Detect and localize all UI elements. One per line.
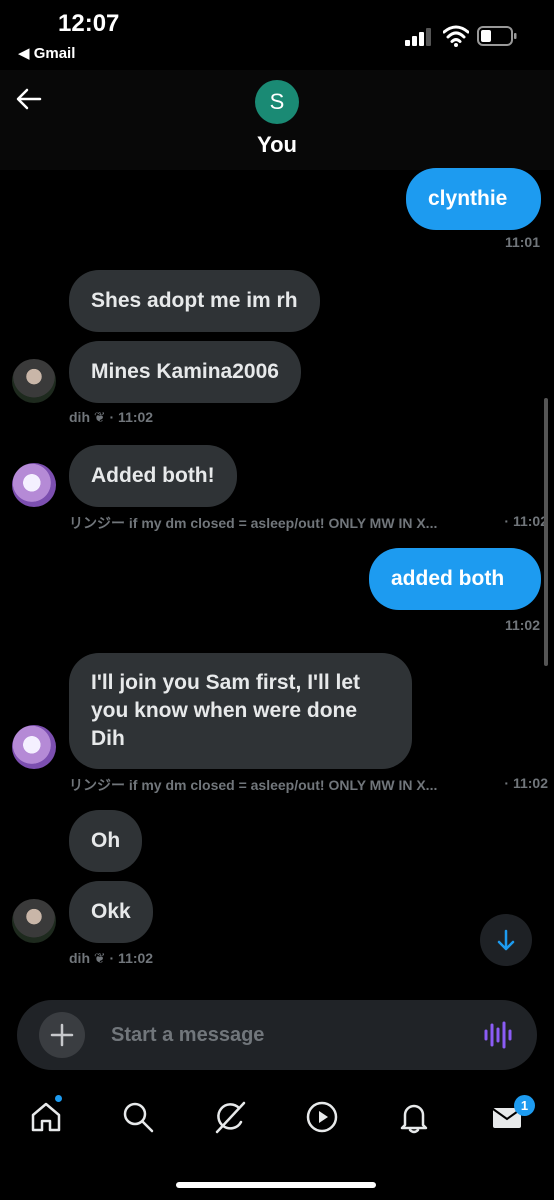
message-line: I'll join you Sam first, I'll let	[91, 671, 361, 694]
search-icon[interactable]	[121, 1100, 155, 1134]
message-timestamp: 11:01	[504, 234, 540, 250]
message-bubble-outgoing[interactable]: added both	[369, 548, 541, 610]
message-timestamp: · 11:02	[504, 513, 548, 529]
arrow-down-icon	[497, 929, 515, 951]
message-timestamp: 11:02	[504, 617, 540, 633]
plus-icon	[50, 1023, 74, 1047]
sender-avatar[interactable]	[12, 359, 56, 403]
add-attachment-button[interactable]	[39, 1012, 85, 1058]
message-bubble-incoming[interactable]: Added both!	[69, 445, 237, 507]
scroll-to-bottom-button[interactable]	[480, 914, 532, 966]
scrollbar[interactable]	[544, 398, 548, 666]
status-bar: 12:07 ◀ Gmail	[0, 0, 554, 70]
message-bubble-incoming[interactable]: I'll join you Sam first, I'll let you kn…	[69, 653, 412, 769]
sender-avatar[interactable]	[12, 899, 56, 943]
message-bubble-incoming[interactable]: Mines Kamina2006	[69, 341, 301, 403]
home-indicator[interactable]	[176, 1182, 376, 1188]
messages-badge: 1	[514, 1095, 535, 1116]
message-bubble-incoming[interactable]: Shes adopt me im rh	[69, 270, 320, 332]
conversation-avatar[interactable]: S	[255, 80, 299, 124]
back-to-gmail-link[interactable]: ◀ Gmail	[18, 44, 75, 62]
battery-icon	[477, 26, 517, 46]
video-icon[interactable]	[305, 1100, 339, 1134]
message-bubble-outgoing[interactable]: clynthie	[406, 168, 541, 230]
message-composer[interactable]: Start a message	[17, 1000, 537, 1070]
notifications-icon[interactable]	[397, 1100, 431, 1134]
message-sender-meta: リンジー if my dm closed = asleep/out! ONLY …	[69, 515, 438, 531]
sender-avatar[interactable]	[12, 725, 56, 769]
wifi-icon	[443, 25, 469, 47]
message-input[interactable]: Start a message	[111, 1024, 264, 1047]
message-timestamp: · 11:02	[504, 775, 548, 791]
message-bubble-incoming[interactable]: Oh	[69, 810, 143, 872]
message-line: Dih	[91, 727, 125, 750]
back-arrow-icon[interactable]	[14, 84, 44, 114]
home-unread-dot	[55, 1095, 62, 1102]
home-icon[interactable]	[29, 1100, 63, 1134]
conversation-title[interactable]: You	[0, 132, 554, 158]
message-sender-meta: dih ❦ · 11:02	[69, 950, 154, 966]
status-time: 12:07	[58, 10, 120, 37]
message-sender-meta: dih ❦ · 11:02	[69, 409, 154, 425]
message-line: you know when were done	[91, 699, 358, 722]
cellular-signal-icon	[405, 28, 431, 46]
message-sender-meta: リンジー if my dm closed = asleep/out! ONLY …	[69, 777, 438, 793]
voice-message-icon[interactable]	[483, 1020, 513, 1050]
sender-avatar[interactable]	[12, 463, 56, 507]
conversation-header: S You	[0, 70, 554, 170]
grok-icon[interactable]	[213, 1100, 247, 1134]
message-bubble-incoming[interactable]: Okk	[69, 881, 153, 943]
